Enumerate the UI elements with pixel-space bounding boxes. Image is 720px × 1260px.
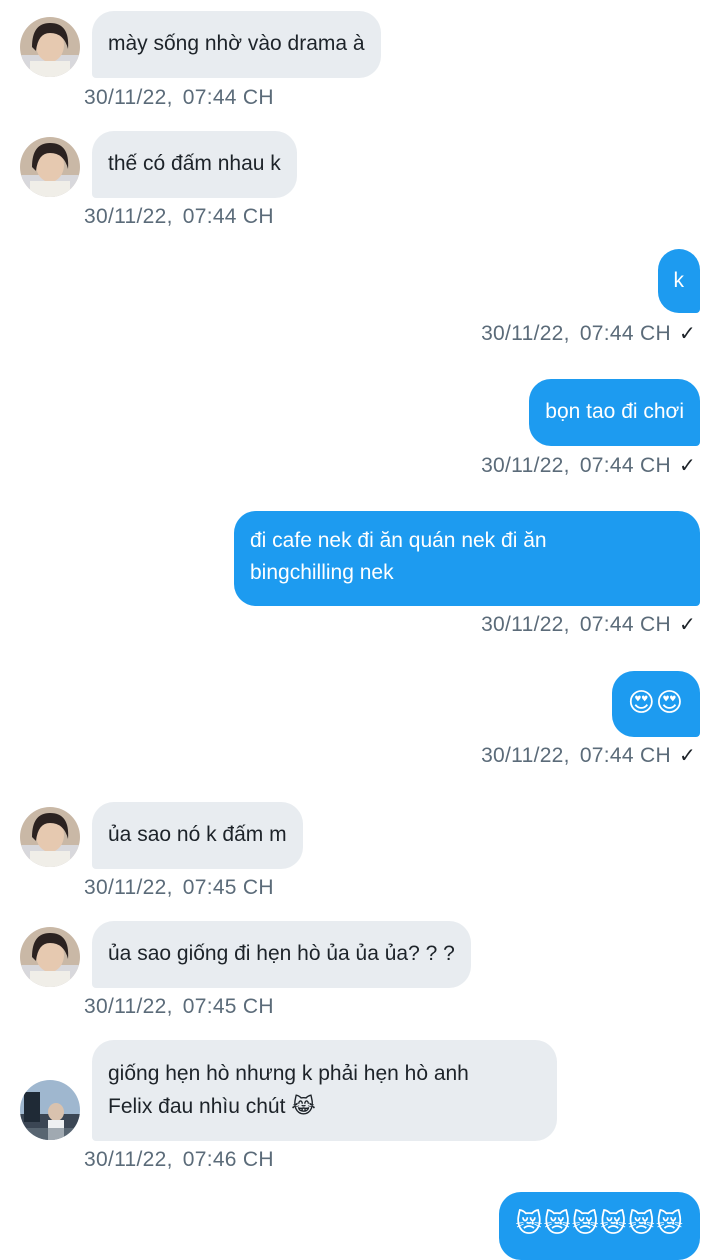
sender-avatar[interactable] — [20, 1080, 80, 1140]
read-check-icon: ✓ — [678, 612, 696, 636]
message-text: k — [673, 269, 685, 292]
message-timestamp: 30/11/22, 07:45 CH — [84, 876, 274, 899]
message-bubble[interactable]: ủa sao giống đi hẹn hò ủa ủa ủa? ? ? — [92, 921, 471, 988]
message-bubble[interactable]: ủa sao nó k đấm m — [92, 802, 303, 869]
sender-avatar[interactable] — [20, 137, 80, 197]
message-text-line: giống hẹn hò nhưng k phải hẹn hò anh — [108, 1062, 469, 1085]
message-bubble[interactable]: thế có đấm nhau k — [92, 131, 297, 198]
message-bubble[interactable]: 😍😍 — [611, 671, 700, 737]
message-text: ủa sao nó k đấm m — [108, 823, 287, 846]
message-bubble[interactable]: bọn tao đi chơi — [529, 379, 700, 446]
chat-thread: mày sống nhờ vào drama à 30/11/22, 07:44 … — [0, 0, 720, 1260]
message-text: ủa sao giống đi hẹn hò ủa ủa ủa? ? ? — [108, 942, 455, 965]
sender-avatar[interactable] — [20, 17, 80, 77]
message-timestamp: 30/11/22, 07:44 CH ✓ — [481, 321, 696, 345]
message-timestamp: 30/11/22, 07:44 CH ✓ — [481, 743, 696, 767]
message-bubble[interactable]: 😿😿😿😿😿😿 — [499, 1192, 700, 1260]
heart-eyes-emoji: 😍😍 — [627, 688, 684, 718]
message-timestamp: 30/11/22, 07:46 CH — [84, 1148, 274, 1171]
message-text: bọn tao đi chơi — [545, 400, 684, 423]
crying-cat-emoji: 😿😿😿😿😿😿 — [515, 1209, 684, 1239]
message-text: thế có đấm nhau k — [108, 152, 281, 175]
message-timestamp: 30/11/22, 07:44 CH ✓ — [481, 453, 696, 477]
message-bubble[interactable]: đi cafe nek đi ăn quán nek đi ăn bingchi… — [234, 511, 700, 606]
message-bubble[interactable]: giống hẹn hò nhưng k phải hẹn hò anh Fel… — [92, 1040, 557, 1141]
read-check-icon: ✓ — [678, 453, 696, 477]
message-bubble[interactable]: mày sống nhờ vào drama à — [92, 11, 381, 78]
message-text-line: đi cafe nek đi ăn quán nek đi ăn — [250, 529, 547, 552]
cat-tears-of-joy-emoji: 😹 — [291, 1094, 316, 1118]
message-timestamp: 30/11/22, 07:44 CH ✓ — [481, 612, 696, 636]
message-text-line: Felix đau nhìu chút 😹 — [108, 1090, 541, 1123]
message-bubble[interactable]: k — [657, 249, 700, 313]
message-timestamp: 30/11/22, 07:44 CH — [84, 205, 274, 228]
message-text: mày sống nhờ vào drama à — [108, 32, 365, 55]
sender-avatar[interactable] — [20, 927, 80, 987]
message-text-line: bingchilling nek — [250, 561, 394, 584]
read-check-icon: ✓ — [678, 321, 696, 345]
sender-avatar[interactable] — [20, 807, 80, 867]
message-timestamp: 30/11/22, 07:45 CH — [84, 995, 274, 1018]
message-timestamp: 30/11/22, 07:44 CH — [84, 86, 274, 109]
read-check-icon: ✓ — [678, 743, 696, 767]
